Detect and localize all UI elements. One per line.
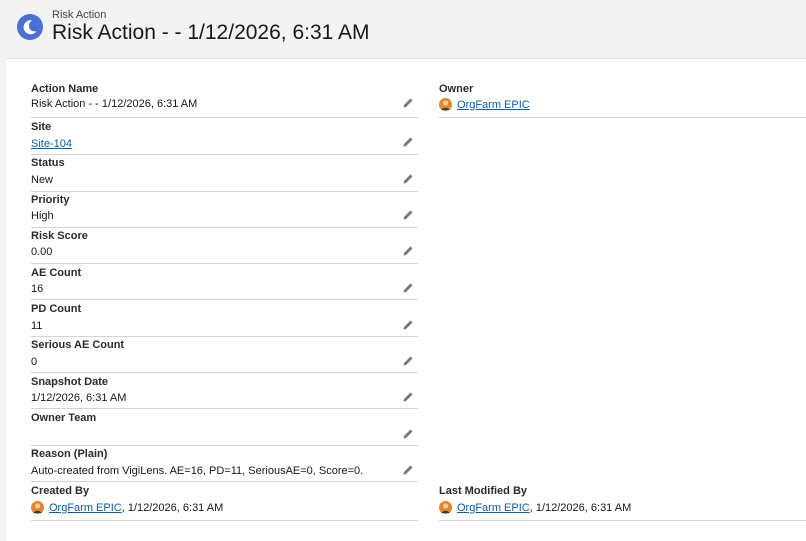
field-label: Owner [439, 83, 474, 95]
field-value: Auto-created from VigiLens. AE=16, PD=11… [31, 465, 364, 477]
risk-action-moon-icon [17, 14, 43, 40]
object-type-label: Risk Action [52, 9, 107, 21]
field-label: Priority [31, 194, 70, 206]
field-label: Last Modified By [439, 485, 528, 497]
owner-link[interactable]: OrgFarm EPIC [457, 99, 530, 111]
field-label: Owner Team [31, 412, 97, 424]
record-header: Risk Action Risk Action - - 1/12/2026, 6… [0, 0, 806, 58]
pencil-icon[interactable] [402, 391, 414, 403]
field-value: OrgFarm EPIC , 1/12/2026, 6:31 AM [31, 501, 223, 514]
field-last-modified-by: Last Modified By OrgFarm EPIC , 1/12/202… [439, 483, 806, 521]
field-risk-score: Risk Score 0.00 [31, 228, 418, 264]
user-avatar-icon [31, 501, 44, 514]
field-label: AE Count [31, 267, 82, 279]
field-label: Snapshot Date [31, 376, 109, 388]
last-modified-date: , 1/12/2026, 6:31 AM [529, 501, 632, 514]
pencil-icon[interactable] [402, 282, 414, 294]
field-reason-plain: Reason (Plain) Auto-created from VigiLen… [31, 446, 418, 482]
field-value: OrgFarm EPIC , 1/12/2026, 6:31 AM [439, 501, 631, 514]
field-owner-team: Owner Team [31, 409, 418, 446]
field-value: 16 [31, 283, 44, 295]
record-detail-card: Action Name Risk Action - - 1/12/2026, 6… [6, 58, 806, 541]
field-label: Serious AE Count [31, 339, 125, 351]
field-ae-count: AE Count 16 [31, 264, 418, 300]
pencil-icon[interactable] [402, 245, 414, 257]
field-label: Action Name [31, 83, 99, 95]
pencil-icon[interactable] [402, 136, 414, 148]
pencil-icon[interactable] [402, 319, 414, 331]
field-value: 1/12/2026, 6:31 AM [31, 392, 127, 404]
pencil-icon[interactable] [402, 464, 414, 476]
field-label: Status [31, 157, 65, 169]
pencil-icon[interactable] [402, 209, 414, 221]
created-date: , 1/12/2026, 6:31 AM [121, 501, 224, 514]
field-created-by: Created By OrgFarm EPIC , 1/12/2026, 6:3… [31, 483, 418, 521]
pencil-icon[interactable] [402, 355, 414, 367]
field-status: Status New [31, 155, 418, 192]
field-pd-count: PD Count 11 [31, 300, 418, 337]
field-value: Site-104 [31, 138, 72, 150]
field-value: OrgFarm EPIC [439, 98, 530, 111]
field-priority: Priority High [31, 192, 418, 228]
field-owner: Owner OrgFarm EPIC [439, 81, 806, 118]
last-modified-user-link[interactable]: OrgFarm EPIC [457, 502, 530, 514]
field-label: PD Count [31, 303, 82, 315]
record-title: Risk Action - - 1/12/2026, 6:31 AM [52, 21, 370, 44]
field-value: Risk Action - - 1/12/2026, 6:31 AM [31, 98, 198, 110]
field-label: Risk Score [31, 230, 88, 242]
created-by-user-link[interactable]: OrgFarm EPIC [49, 502, 122, 514]
field-value: 11 [31, 320, 43, 332]
user-avatar-icon [439, 501, 452, 514]
pencil-icon[interactable] [402, 428, 414, 440]
user-avatar-icon [439, 98, 452, 111]
field-label: Site [31, 121, 52, 133]
field-label: Reason (Plain) [31, 448, 108, 460]
pencil-icon[interactable] [402, 97, 414, 109]
field-serious-ae-count: Serious AE Count 0 [31, 337, 418, 373]
field-value: New [31, 174, 54, 186]
field-value: 0.00 [31, 246, 53, 258]
site-link[interactable]: Site-104 [31, 138, 72, 150]
field-label: Created By [31, 485, 90, 497]
field-snapshot-date: Snapshot Date 1/12/2026, 6:31 AM [31, 373, 418, 409]
pencil-icon[interactable] [402, 173, 414, 185]
field-action-name: Action Name Risk Action - - 1/12/2026, 6… [31, 81, 418, 118]
field-value: 0 [31, 356, 38, 368]
field-site: Site Site-104 [31, 118, 418, 155]
field-value: High [31, 210, 54, 222]
